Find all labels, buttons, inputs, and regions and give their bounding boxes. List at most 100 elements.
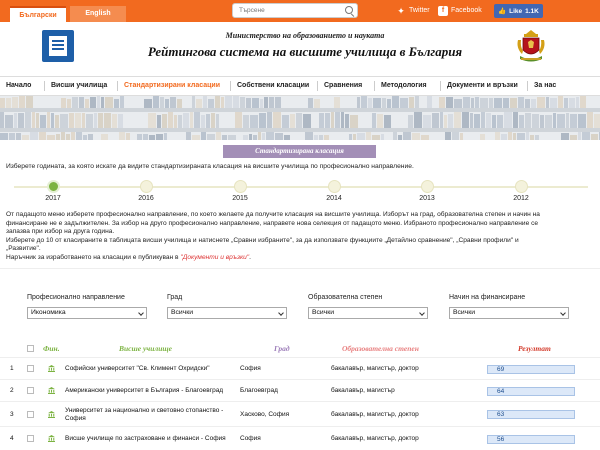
- shelf-book: [553, 113, 556, 128]
- shelf-book: [112, 114, 117, 128]
- shelf-book: [392, 96, 399, 108]
- shelf-book: [39, 132, 46, 140]
- shelf-book: [40, 115, 46, 128]
- timeline-year-2017-dot[interactable]: [47, 180, 60, 193]
- language-english-tab[interactable]: English: [70, 6, 126, 22]
- row-school-name[interactable]: Висше училище по застраховане и финанси …: [65, 435, 226, 443]
- shelf-book: [149, 135, 155, 140]
- timeline-year-2015-dot[interactable]: [234, 180, 247, 193]
- shelf-book: [368, 98, 372, 108]
- filter-degree-select[interactable]: Всички: [308, 307, 428, 319]
- row-school-name[interactable]: Университет за национално и световно сто…: [65, 407, 225, 423]
- timeline-year-2012-dot[interactable]: [515, 180, 528, 193]
- language-bulgarian-tab[interactable]: Български: [10, 6, 66, 22]
- instruction-line-6: Наръчник за изработването на класации е …: [6, 254, 251, 262]
- nav-item-about[interactable]: За нас: [534, 77, 556, 95]
- shelf-book: [267, 112, 272, 128]
- row-school-name[interactable]: Софийски университет "Св. Климент Охридс…: [65, 365, 225, 373]
- documents-link[interactable]: "Документи и връзки": [180, 254, 249, 261]
- shelf-book: [216, 132, 221, 140]
- shelf-book: [504, 112, 512, 128]
- shelf-book: [273, 112, 281, 128]
- shelf-book: [331, 112, 334, 128]
- shelf-book: [56, 134, 60, 140]
- search-box: [232, 3, 358, 18]
- nav-item-custom-rankings[interactable]: Собствени класации: [237, 77, 309, 95]
- search-icon[interactable]: [345, 6, 353, 14]
- shelf-book: [16, 133, 21, 140]
- timeline-year-label[interactable]: 2017: [38, 195, 68, 202]
- shelf-book: [243, 135, 248, 140]
- facebook-link[interactable]: f Facebook: [438, 4, 482, 18]
- facebook-like-button[interactable]: 👍 Like 1.1K: [494, 4, 543, 18]
- nav-item-universities[interactable]: Висши училища: [51, 77, 107, 95]
- row-select-checkbox[interactable]: [27, 410, 34, 418]
- shelf-book: [79, 97, 84, 108]
- timeline-year-label[interactable]: 2014: [319, 195, 349, 202]
- shelf-book: [432, 113, 439, 128]
- select-all-checkbox[interactable]: [27, 345, 34, 352]
- shelf-book: [105, 97, 113, 108]
- shelf-book: [535, 135, 539, 140]
- shelf-book: [165, 99, 169, 108]
- search-input[interactable]: [233, 4, 341, 17]
- row-select-checkbox[interactable]: [27, 435, 34, 442]
- shelf-book: [440, 112, 443, 128]
- filter-field-label: Професионално направление: [27, 294, 125, 301]
- shelf-book: [22, 135, 29, 140]
- nav-item-home[interactable]: Начало: [6, 77, 31, 95]
- twitter-link[interactable]: ✦ Twitter: [396, 4, 429, 18]
- shelf-book: [471, 98, 474, 108]
- shelf-book: [412, 133, 420, 140]
- shelf-book: [480, 98, 488, 108]
- timeline-year-2014-dot[interactable]: [328, 180, 341, 193]
- shelf-book: [587, 112, 593, 128]
- shelf-book: [350, 115, 358, 128]
- shelf-book: [564, 98, 568, 108]
- timeline-track: [14, 186, 588, 188]
- shelf-book: [423, 115, 431, 128]
- nav-item-comparisons[interactable]: Сравнения: [324, 77, 362, 95]
- shelf-book: [510, 98, 517, 108]
- row-rank: 2: [10, 387, 14, 394]
- shelf-book: [531, 99, 536, 108]
- row-degree: бакалавър, магистър, доктор: [331, 435, 419, 442]
- shelf-book: [30, 132, 38, 140]
- shelf-book: [448, 114, 453, 128]
- timeline-year-label[interactable]: 2016: [131, 195, 161, 202]
- shelf-book: [228, 135, 236, 140]
- ministry-book-logo[interactable]: [42, 30, 74, 62]
- header-result: Резултат: [518, 344, 551, 353]
- timeline-year-label[interactable]: 2013: [412, 195, 442, 202]
- timeline-year-label[interactable]: 2015: [225, 195, 255, 202]
- shelf-book: [114, 99, 119, 108]
- shelf-book: [357, 133, 365, 140]
- row-result-bar: 56: [487, 434, 575, 444]
- row-school-name[interactable]: Американски университет в България - Бла…: [65, 387, 225, 395]
- timeline-year-2016-dot[interactable]: [140, 180, 153, 193]
- state-funded-icon: [48, 387, 55, 394]
- shelf-book: [463, 97, 470, 108]
- shelf-book: [183, 113, 189, 128]
- section-divider: [0, 268, 600, 269]
- row-select-checkbox[interactable]: [27, 365, 34, 372]
- shelf-book: [334, 97, 340, 108]
- shelf-book: [192, 135, 200, 140]
- filter-financing-select[interactable]: Всички: [449, 307, 569, 319]
- timeline-year-2013-dot[interactable]: [421, 180, 434, 193]
- shelf-book: [349, 134, 352, 140]
- shelf-book: [324, 135, 329, 140]
- filter-city-select[interactable]: Всички: [167, 307, 287, 319]
- filter-field-select[interactable]: Икономика: [27, 307, 147, 319]
- timeline-year-label[interactable]: 2012: [506, 195, 536, 202]
- nav-item-methodology[interactable]: Методология: [381, 77, 427, 95]
- shelf-book: [252, 98, 259, 108]
- shelf-book: [444, 115, 447, 128]
- twitter-icon: ✦: [397, 6, 405, 16]
- nav-separator: [374, 81, 375, 91]
- shelf-book: [591, 134, 598, 140]
- nav-item-standard-rankings[interactable]: Стандартизирани класации: [124, 77, 220, 95]
- nav-item-documents-links[interactable]: Документи и връзки: [447, 77, 518, 95]
- shelf-book: [275, 97, 281, 108]
- row-select-checkbox[interactable]: [27, 387, 34, 394]
